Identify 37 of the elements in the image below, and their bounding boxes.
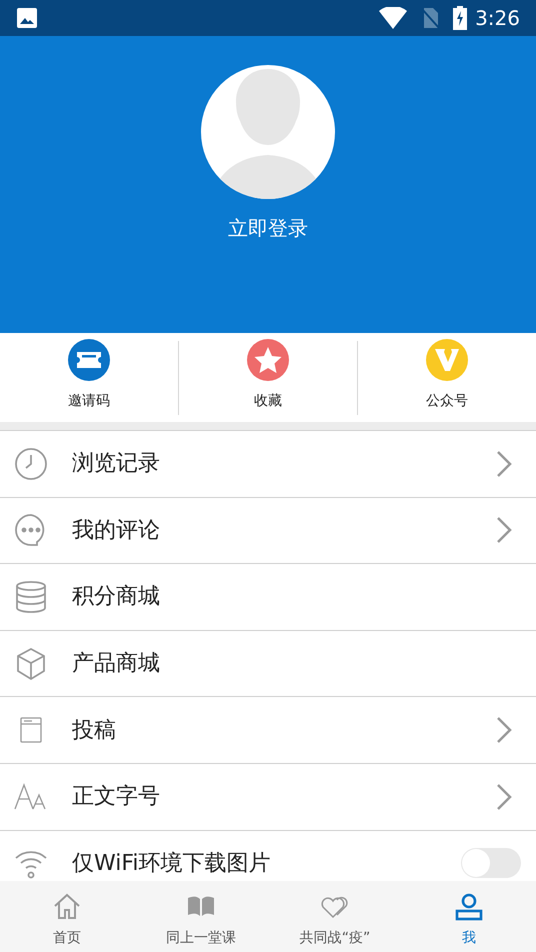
battery-charging-icon xyxy=(453,6,468,30)
menu-label: 我的评论 xyxy=(72,516,161,545)
database-icon xyxy=(14,580,48,614)
menu-row[interactable]: 正文字号 xyxy=(0,764,536,831)
chevron-right-icon xyxy=(496,450,512,478)
menu-row[interactable]: 我的评论 xyxy=(0,498,536,564)
nav-tab[interactable]: 我 xyxy=(402,881,536,952)
menu-label: 产品商城 xyxy=(72,650,161,678)
menu-label: 投稿 xyxy=(72,716,117,745)
menu-row[interactable]: 产品商城 xyxy=(0,630,536,698)
login-button[interactable]: 立即登录 xyxy=(228,213,308,243)
chevron-right-icon xyxy=(496,782,512,811)
chevron-right-icon xyxy=(496,716,512,744)
clock-icon xyxy=(14,446,48,481)
home-icon xyxy=(52,892,82,922)
nav-tab[interactable]: 共同战“疫” xyxy=(268,881,402,952)
shortcut-button[interactable]: 收藏 xyxy=(247,339,289,412)
menu-label: 积分商城 xyxy=(72,583,161,612)
cube-icon xyxy=(14,646,48,681)
v-logo-icon xyxy=(426,339,468,381)
shortcut-button[interactable]: 公众号 xyxy=(426,339,468,412)
user-icon xyxy=(454,892,484,922)
wifi-signal-icon xyxy=(379,7,408,29)
shortcut-button[interactable]: 邀请码 xyxy=(68,339,110,412)
avatar-icon xyxy=(201,65,335,199)
menu-label: 正文字号 xyxy=(72,783,161,812)
chevron-right-icon xyxy=(496,516,512,544)
menu-row[interactable]: 积分商城 xyxy=(0,564,536,631)
nav-tab[interactable]: 首页 xyxy=(0,881,134,952)
menu-label: 浏览记录 xyxy=(72,450,161,478)
nav-tab[interactable]: 同上一堂课 xyxy=(134,881,268,952)
status-time: 3:26 xyxy=(475,5,520,32)
menu-row[interactable]: 投稿 xyxy=(0,697,536,764)
menu-label: 仅WiFi环境下载图片 xyxy=(72,850,272,878)
menu-row[interactable]: 浏览记录 xyxy=(0,431,536,498)
image-icon xyxy=(16,7,38,29)
ticket-icon xyxy=(68,339,110,381)
